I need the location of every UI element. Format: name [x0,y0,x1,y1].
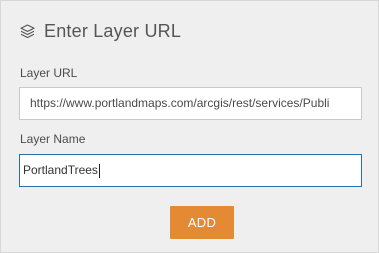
panel-header: Enter Layer URL [19,19,181,43]
add-button[interactable]: ADD [170,206,234,239]
layers-icon [19,23,36,40]
layer-name-value: PortlandTrees [23,163,98,177]
add-layer-panel: Enter Layer URL Layer URL https://www.po… [0,0,379,253]
layer-name-input[interactable]: PortlandTrees [19,154,362,187]
layer-url-label: Layer URL [20,66,78,80]
panel-title: Enter Layer URL [44,20,182,41]
layer-url-value: https://www.portlandmaps.com/arcgis/rest… [30,96,330,110]
text-caret [98,163,100,178]
layer-name-label: Layer Name [20,132,86,146]
layer-url-input[interactable]: https://www.portlandmaps.com/arcgis/rest… [19,87,362,120]
